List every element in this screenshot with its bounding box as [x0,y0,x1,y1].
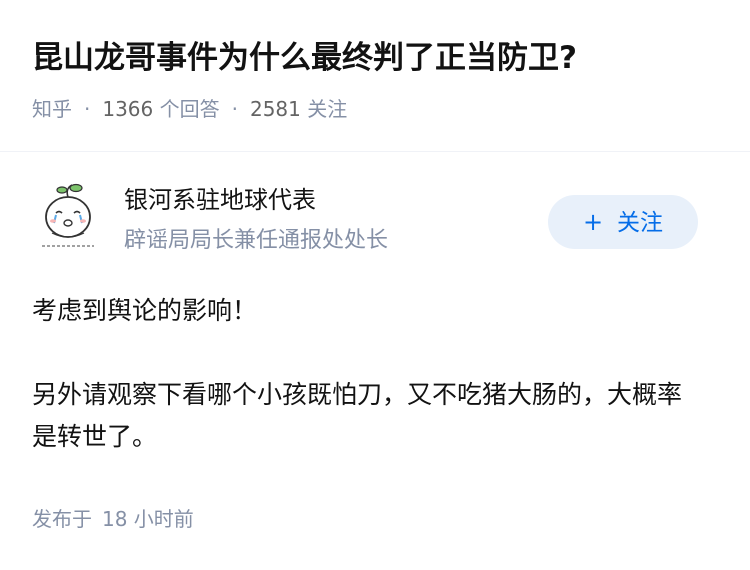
publish-time: 发布于 18 小时前 [32,504,194,534]
question-header: 昆山龙哥事件为什么最终判了正当防卫? 知乎 · 1366 个回答 · 2581 关注 [0,0,750,150]
followers-label: 关注 [307,97,348,121]
answer-paragraph: 另外请观察下看哪个小孩既怕刀，又不吃猪大肠的，大概率是转世了。 [32,380,683,451]
question-title[interactable]: 昆山龙哥事件为什么最终判了正当防卫? [32,36,577,80]
author-bio: 辟谣局局长兼任通报处处长 [124,228,389,253]
answers-count[interactable]: 1366 [102,97,153,121]
follow-button[interactable]: + 关注 [548,195,698,249]
follow-button-label: 关注 [617,210,664,236]
answer-page: 昆山龙哥事件为什么最终判了正当防卫? 知乎 · 1366 个回答 · 2581 关注 [0,0,750,570]
source-label: 知乎 [32,97,72,121]
answer-paragraph: 考虑到舆论的影响！ [32,296,258,325]
avatar[interactable] [32,183,104,255]
separator-dot: · [84,97,91,121]
publish-label: 发布于 [32,507,92,531]
publish-time-value: 18 小时前 [102,507,194,531]
sprout-doll-avatar-icon [32,183,104,255]
divider [0,151,750,152]
followers-count: 2581 [249,97,301,121]
question-meta: 知乎 · 1366 个回答 · 2581 关注 [32,94,347,124]
separator-dot: · [231,97,238,121]
author-name[interactable]: 银河系驻地球代表 [124,183,316,217]
plus-icon: + [582,208,604,236]
answers-label[interactable]: 个回答 [160,97,220,121]
author-row: 银河系驻地球代表 辟谣局局长兼任通报处处长 + 关注 [0,175,750,270]
